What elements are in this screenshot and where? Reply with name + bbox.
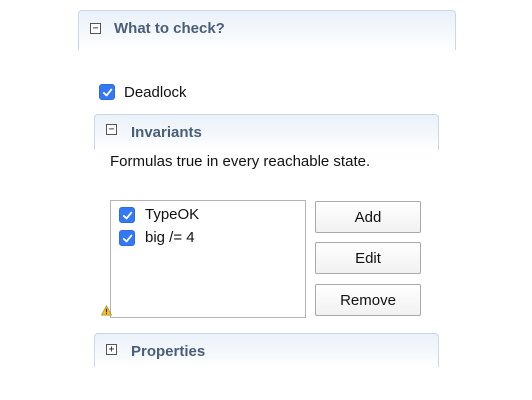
- warning-icon: [101, 305, 112, 316]
- checkmark-icon: [122, 234, 132, 242]
- add-button[interactable]: Add: [315, 201, 421, 233]
- checkmark-icon: [102, 88, 112, 96]
- deadlock-checkbox[interactable]: [99, 84, 115, 100]
- invariants-title: Invariants: [131, 124, 202, 141]
- invariant-label: big /= 4: [145, 229, 195, 246]
- collapse-what-to-check-icon[interactable]: −: [90, 23, 101, 34]
- list-item[interactable]: big /= 4: [111, 227, 305, 249]
- invariants-description: Formulas true in every reachable state.: [110, 153, 371, 170]
- invariant-checkbox[interactable]: [119, 207, 135, 223]
- list-item[interactable]: TypeOK: [111, 204, 305, 226]
- deadlock-label: Deadlock: [124, 84, 187, 101]
- collapse-invariants-icon[interactable]: −: [106, 124, 117, 135]
- properties-title: Properties: [131, 343, 206, 360]
- expand-properties-icon[interactable]: +: [106, 344, 117, 355]
- invariant-label: TypeOK: [145, 206, 200, 223]
- checkmark-icon: [122, 211, 132, 219]
- remove-button[interactable]: Remove: [315, 284, 421, 316]
- edit-button[interactable]: Edit: [315, 242, 421, 274]
- what-to-check-title: What to check?: [114, 20, 225, 37]
- invariant-checkbox[interactable]: [119, 230, 135, 246]
- invariants-list[interactable]: TypeOK big /= 4: [110, 200, 306, 318]
